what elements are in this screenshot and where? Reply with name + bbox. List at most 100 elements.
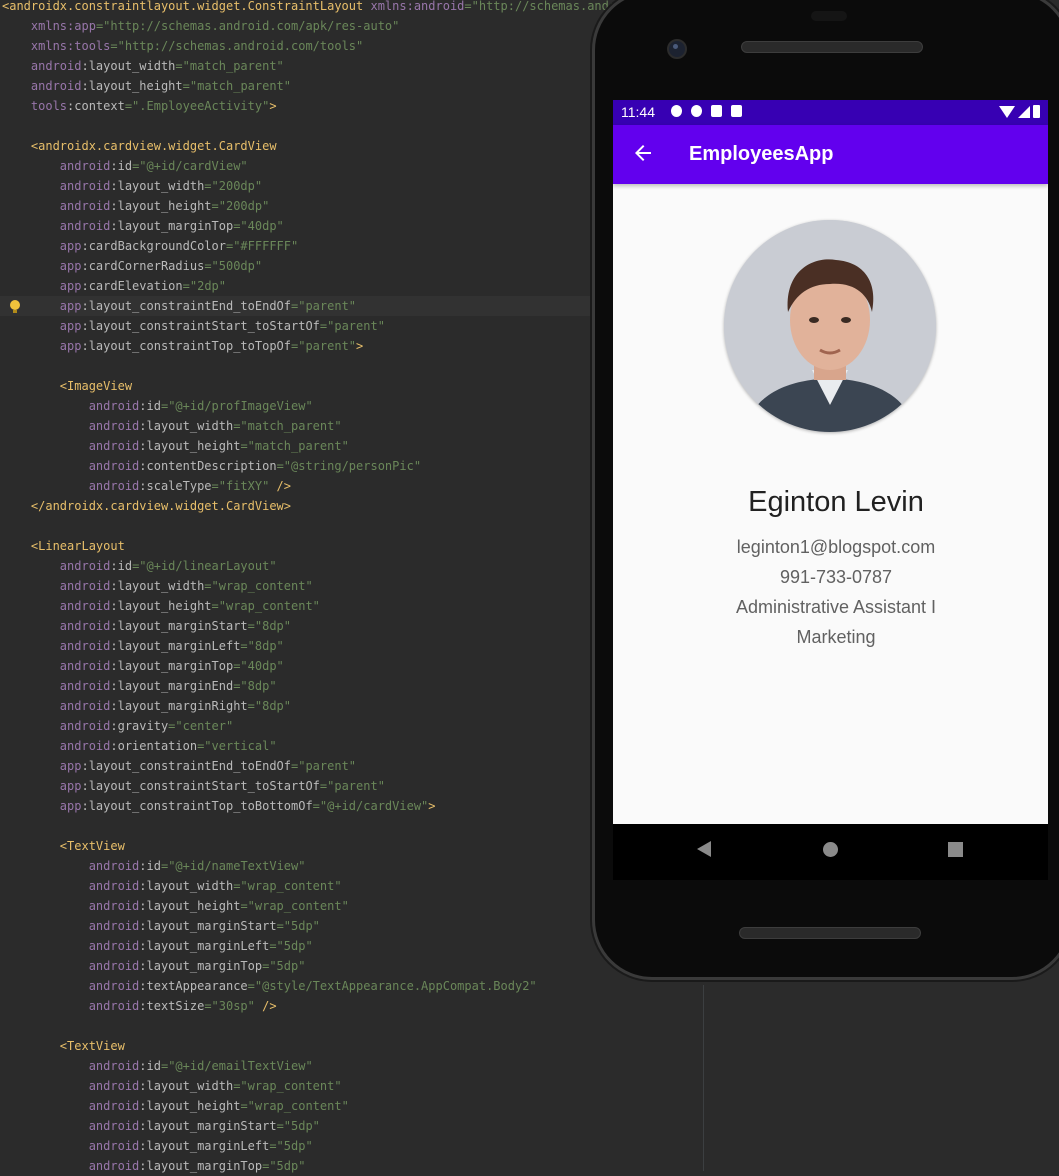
code-line[interactable]: android:layout_marginLeft="5dp": [0, 936, 623, 956]
job-title-text: Administrative Assistant I: [735, 597, 937, 617]
app-bar: EmployeesApp: [613, 125, 1048, 184]
code-token: :cardElevation: [81, 279, 183, 293]
code-line[interactable]: android:layout_height="wrap_content": [0, 596, 623, 616]
code-line[interactable]: [0, 116, 623, 136]
code-line[interactable]: android:id="@+id/profImageView": [0, 396, 623, 416]
code-line[interactable]: <androidx.constraintlayout.widget.Constr…: [0, 0, 623, 16]
code-line[interactable]: android:layout_width="200dp": [0, 176, 623, 196]
code-line[interactable]: android:layout_marginLeft="8dp": [0, 636, 623, 656]
code-line[interactable]: android:id="@+id/nameTextView": [0, 856, 623, 876]
code-line[interactable]: android:layout_height="match_parent": [0, 436, 623, 456]
code-line[interactable]: android:textSize="30sp" />: [0, 996, 623, 1016]
code-line[interactable]: [0, 356, 623, 376]
code-line[interactable]: android:layout_width="match_parent": [0, 416, 623, 436]
code-line[interactable]: android:layout_marginStart="5dp": [0, 916, 623, 936]
code-token: android: [59, 599, 111, 613]
code-line[interactable]: android:textAppearance="@style/TextAppea…: [0, 976, 623, 996]
code-token: app: [59, 759, 82, 773]
code-token: ="#FFFFFF": [225, 239, 299, 253]
code-line[interactable]: android:layout_width="wrap_content": [0, 876, 623, 896]
code-line[interactable]: <ImageView: [0, 376, 623, 396]
code-line[interactable]: xmlns:app="http://schemas.android.com/ap…: [0, 16, 623, 36]
code-line[interactable]: android:id="@+id/linearLayout": [0, 556, 623, 576]
code-line[interactable]: app:layout_constraintEnd_toEndOf="parent…: [0, 296, 624, 316]
code-token: :layout_width: [110, 179, 205, 193]
code-line[interactable]: android:layout_height="match_parent": [0, 76, 623, 96]
code-line[interactable]: android:id="@+id/cardView": [0, 156, 623, 176]
code-line[interactable]: [0, 816, 623, 836]
code-line[interactable]: android:layout_height="wrap_content": [0, 1096, 623, 1116]
code-line[interactable]: android:layout_marginRight="8dp": [0, 696, 623, 716]
code-token: :cardCornerRadius: [81, 259, 205, 273]
code-line[interactable]: android:layout_marginTop="5dp": [0, 1156, 623, 1176]
code-line[interactable]: xmlns:tools="http://schemas.android.com/…: [0, 36, 623, 56]
code-token: :layout_marginEnd: [110, 679, 234, 693]
code-line[interactable]: tools:context=".EmployeeActivity">: [0, 96, 623, 116]
code-line[interactable]: android:layout_marginTop="40dp": [0, 656, 623, 676]
code-line[interactable]: android:layout_width="wrap_content": [0, 576, 623, 596]
code-line[interactable]: android:gravity="center": [0, 716, 623, 736]
settings-icon: [671, 105, 682, 117]
code-token: android: [88, 1079, 140, 1093]
arrow-back-icon[interactable]: [631, 141, 655, 165]
code-line[interactable]: [0, 516, 623, 536]
code-token: ="parent": [291, 339, 357, 353]
code-token: :layout_marginTop: [110, 659, 234, 673]
code-line[interactable]: app:layout_constraintTop_toBottomOf="@+i…: [0, 796, 623, 816]
code-line[interactable]: <androidx.cardview.widget.CardView: [0, 136, 623, 156]
code-token: android: [59, 619, 111, 633]
code-token: ="match_parent": [182, 79, 292, 93]
code-line[interactable]: app:layout_constraintEnd_toEndOf="parent…: [0, 756, 623, 776]
code-line[interactable]: android:layout_height="wrap_content": [0, 896, 623, 916]
circle-home-icon[interactable]: [823, 842, 838, 857]
code-token: :layout_constraintStart_toStartOf: [81, 779, 320, 793]
code-line[interactable]: </androidx.cardview.widget.CardView>: [0, 496, 623, 516]
code-line[interactable]: android:layout_marginStart="5dp": [0, 1116, 623, 1136]
code-line[interactable]: android:orientation="vertical": [0, 736, 623, 756]
code-line[interactable]: android:contentDescription="@string/pers…: [0, 456, 623, 476]
font-a-icon: [711, 105, 722, 117]
code-line[interactable]: android:layout_marginTop="5dp": [0, 956, 623, 976]
code-line[interactable]: android:layout_marginStart="8dp": [0, 616, 623, 636]
code-token: ="@+id/linearLayout": [132, 559, 277, 573]
code-token: ="40dp": [233, 219, 284, 233]
code-line[interactable]: android:scaleType="fitXY" />: [0, 476, 623, 496]
code-token: :layout_width: [139, 1079, 234, 1093]
code-token: <ImageView: [59, 379, 133, 393]
code-line[interactable]: [0, 1016, 623, 1036]
code-line[interactable]: app:cardBackgroundColor="#FFFFFF": [0, 236, 623, 256]
employee-phone: 991-733-0787: [779, 567, 893, 587]
code-line[interactable]: app:layout_constraintStart_toStartOf="pa…: [0, 316, 623, 336]
code-line[interactable]: <LinearLayout: [0, 536, 623, 556]
lightbulb-icon[interactable]: [10, 300, 20, 313]
code-line[interactable]: android:layout_marginLeft="5dp": [0, 1136, 623, 1156]
code-line[interactable]: <TextView: [0, 836, 623, 856]
code-line[interactable]: android:layout_width="match_parent": [0, 56, 623, 76]
employee-info: Eginton Levin leginton1@blogspot.com 991…: [613, 484, 1048, 652]
code-line[interactable]: android:layout_height="200dp": [0, 196, 623, 216]
code-token: :layout_constraintEnd_toEndOf: [81, 299, 291, 313]
code-line[interactable]: app:layout_constraintTop_toTopOf="parent…: [0, 336, 623, 356]
code-token: :layout_marginStart: [110, 619, 248, 633]
triangle-back-icon[interactable]: [697, 841, 711, 857]
code-token: :layout_marginRight: [110, 699, 248, 713]
code-token: android: [59, 639, 111, 653]
code-token: app: [59, 339, 82, 353]
code-line[interactable]: app:layout_constraintStart_toStartOf="pa…: [0, 776, 623, 796]
code-line[interactable]: android:layout_marginTop="40dp": [0, 216, 623, 236]
code-line[interactable]: android:layout_width="wrap_content": [0, 1076, 623, 1096]
xml-code[interactable]: <androidx.constraintlayout.widget.Constr…: [0, 0, 624, 1176]
code-token: ="@style/TextAppearance.AppCompat.Body2": [247, 979, 537, 993]
phone-top-sensor: [811, 11, 847, 21]
square-recent-icon[interactable]: [948, 842, 963, 857]
code-line[interactable]: android:id="@+id/emailTextView": [0, 1056, 623, 1076]
code-line[interactable]: android:layout_marginEnd="8dp": [0, 676, 623, 696]
code-line[interactable]: app:cardCornerRadius="500dp": [0, 256, 623, 276]
code-line[interactable]: <TextView: [0, 1036, 623, 1056]
code-line[interactable]: app:cardElevation="2dp": [0, 276, 623, 296]
